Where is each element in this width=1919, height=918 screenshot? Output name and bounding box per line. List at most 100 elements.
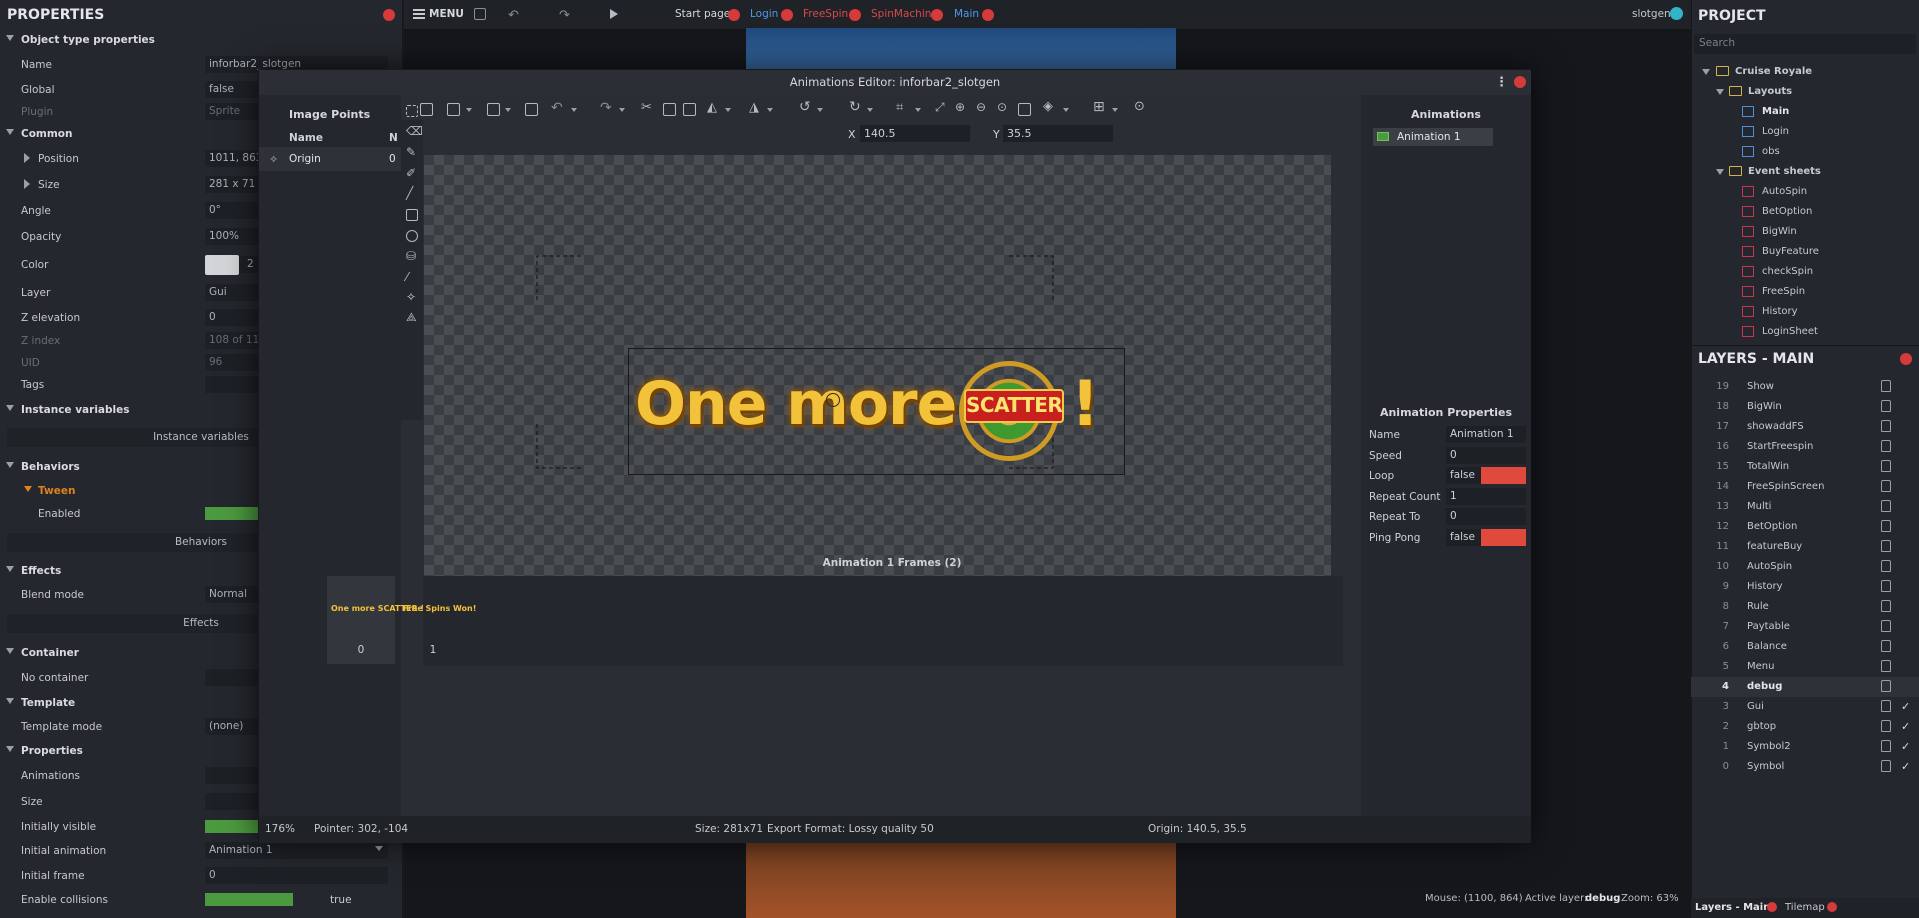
anim-pingpong-value[interactable]: false bbox=[1446, 529, 1481, 546]
close-icon[interactable] bbox=[1827, 902, 1837, 912]
tab-spinmachine[interactable]: SpinMachine bbox=[871, 8, 938, 20]
close-layers-icon[interactable] bbox=[1900, 353, 1912, 365]
visible-check-icon[interactable]: ✓ bbox=[1901, 740, 1911, 753]
export-format[interactable]: Export Format: Lossy quality 50 bbox=[767, 823, 934, 835]
x-input[interactable]: 140.5 bbox=[860, 125, 970, 142]
zoom-out-icon[interactable]: ⊖ bbox=[976, 100, 986, 114]
layouts-folder[interactable]: Layouts bbox=[1748, 86, 1792, 97]
project-root[interactable]: Cruise Royale bbox=[1735, 66, 1812, 77]
layer-row[interactable]: 5 Menu bbox=[1691, 657, 1919, 677]
event-sheet-item[interactable]: BuyFeature bbox=[1762, 246, 1819, 257]
layout-login[interactable]: Login bbox=[1762, 126, 1789, 137]
flip-horizontal-icon[interactable]: ◭ bbox=[707, 100, 717, 115]
save-icon[interactable] bbox=[474, 8, 486, 20]
preview-play-icon[interactable] bbox=[610, 9, 618, 19]
layer-row[interactable]: 1 Symbol2 ✓ bbox=[1691, 737, 1919, 757]
undo-icon[interactable]: ↶ bbox=[551, 100, 563, 116]
event-sheet-item[interactable]: History bbox=[1762, 306, 1798, 317]
lock-icon[interactable] bbox=[1881, 540, 1891, 552]
prop-initial-animation[interactable]: Initial animation Animation 1 bbox=[0, 841, 403, 861]
loop-toggle[interactable] bbox=[1481, 467, 1526, 484]
layers-icon[interactable]: ◈ bbox=[1043, 99, 1053, 114]
layer-row[interactable]: 8 Rule bbox=[1691, 597, 1919, 617]
lock-icon[interactable] bbox=[1881, 520, 1891, 532]
layer-row[interactable]: 10 AutoSpin bbox=[1691, 557, 1919, 577]
layout-main[interactable]: Main bbox=[1762, 106, 1789, 117]
anim-prop-loop[interactable]: Loop false bbox=[1361, 466, 1531, 486]
pencil-icon[interactable]: ✎ bbox=[406, 145, 416, 159]
close-icon[interactable] bbox=[931, 9, 943, 21]
section-object-type[interactable]: Object type properties bbox=[0, 30, 403, 50]
layer-row[interactable]: 3 Gui ✓ bbox=[1691, 697, 1919, 717]
lock-icon[interactable] bbox=[1881, 560, 1891, 572]
tab-start-page[interactable]: Start page bbox=[675, 8, 730, 20]
more-options-icon[interactable]: ⋮ bbox=[1495, 75, 1508, 90]
lock-icon[interactable] bbox=[1881, 760, 1891, 772]
anim-prop-ping-pong[interactable]: Ping Pong false bbox=[1361, 528, 1531, 548]
anim-speed-field[interactable]: 0 bbox=[1446, 447, 1526, 464]
image-point-tool-icon[interactable]: ✧ bbox=[406, 290, 416, 304]
prop-enable-collisions[interactable]: Enable collisions true bbox=[0, 890, 403, 910]
layer-row[interactable]: 16 StartFreespin bbox=[1691, 437, 1919, 457]
copy-icon[interactable] bbox=[663, 103, 676, 116]
layer-row[interactable]: 12 BetOption bbox=[1691, 517, 1919, 537]
save-icon[interactable] bbox=[487, 103, 500, 116]
image-point-row-origin[interactable]: ✧ Origin 0 bbox=[259, 147, 401, 171]
anim-prop-name[interactable]: Name Animation 1 bbox=[1361, 425, 1531, 445]
lock-icon[interactable] bbox=[1881, 400, 1891, 412]
lock-icon[interactable] bbox=[1881, 700, 1891, 712]
close-properties-icon[interactable] bbox=[383, 9, 395, 21]
background-icon[interactable] bbox=[1018, 103, 1031, 116]
layer-row[interactable]: 11 featureBuy bbox=[1691, 537, 1919, 557]
ping-pong-toggle[interactable] bbox=[1481, 529, 1526, 546]
lock-icon[interactable] bbox=[1881, 580, 1891, 592]
lock-icon[interactable] bbox=[1881, 480, 1891, 492]
redo-icon[interactable]: ↷ bbox=[559, 8, 570, 23]
anim-prop-repeat-count[interactable]: Repeat Count 1 bbox=[1361, 487, 1531, 507]
prop-initial-frame[interactable]: Initial frame 0 bbox=[0, 866, 403, 886]
lock-icon[interactable] bbox=[1881, 460, 1891, 472]
frame-1[interactable]: Free Spins Won! 1 bbox=[399, 576, 476, 664]
lock-icon[interactable] bbox=[1881, 680, 1891, 692]
anim-name-field[interactable]: Animation 1 bbox=[1446, 426, 1526, 443]
lock-icon[interactable] bbox=[1881, 620, 1891, 632]
tab-login[interactable]: Login bbox=[750, 8, 778, 20]
layer-row[interactable]: 18 BigWin bbox=[1691, 397, 1919, 417]
event-sheet-item[interactable]: AutoSpin bbox=[1762, 186, 1807, 197]
open-folder-icon[interactable] bbox=[447, 103, 460, 116]
event-sheet-item[interactable]: checkSpin bbox=[1762, 266, 1813, 277]
layer-row[interactable]: 6 Balance bbox=[1691, 637, 1919, 657]
hamburger-icon[interactable] bbox=[413, 9, 425, 19]
layer-row-active[interactable]: 4 debug bbox=[1691, 677, 1919, 697]
layer-row[interactable]: 17 showaddFS bbox=[1691, 417, 1919, 437]
layer-row[interactable]: 14 FreeSpinScreen bbox=[1691, 477, 1919, 497]
close-dialog-icon[interactable] bbox=[1514, 76, 1526, 88]
new-file-icon[interactable] bbox=[420, 103, 433, 116]
crop-icon[interactable]: ⌗ bbox=[896, 100, 903, 115]
tab-tilemap[interactable]: Tilemap bbox=[1785, 902, 1825, 913]
lock-icon[interactable] bbox=[1881, 440, 1891, 452]
close-icon[interactable] bbox=[781, 9, 793, 21]
lock-icon[interactable] bbox=[1881, 420, 1891, 432]
tab-main[interactable]: Main bbox=[954, 8, 979, 20]
collision-polygon-icon[interactable]: ⟁ bbox=[406, 310, 417, 325]
visible-check-icon[interactable]: ✓ bbox=[1901, 720, 1911, 733]
menu-button[interactable]: MENU bbox=[429, 8, 464, 20]
paste-icon[interactable] bbox=[683, 103, 696, 116]
resize-icon[interactable]: ⤢ bbox=[935, 100, 945, 115]
flip-vertical-icon[interactable]: ◮ bbox=[749, 100, 759, 115]
visible-check-icon[interactable]: ✓ bbox=[1901, 760, 1911, 773]
event-sheet-item[interactable]: BigWin bbox=[1762, 226, 1797, 237]
user-name[interactable]: slotgen bbox=[1632, 8, 1671, 20]
tab-layers-main[interactable]: Layers - Main bbox=[1695, 902, 1770, 913]
lock-icon[interactable] bbox=[1881, 380, 1891, 392]
sprite-image[interactable]: One more SCATTER ! bbox=[628, 348, 1125, 475]
lock-icon[interactable] bbox=[1881, 720, 1891, 732]
color-swatch[interactable] bbox=[205, 255, 239, 275]
anim-loop-value[interactable]: false bbox=[1446, 467, 1481, 484]
lock-icon[interactable] bbox=[1881, 740, 1891, 752]
close-icon[interactable] bbox=[1767, 902, 1777, 912]
layout-obs[interactable]: obs bbox=[1762, 146, 1780, 157]
layer-row[interactable]: 15 TotalWin bbox=[1691, 457, 1919, 477]
frame-0[interactable]: One more SCATTER ! 0 bbox=[327, 576, 424, 664]
